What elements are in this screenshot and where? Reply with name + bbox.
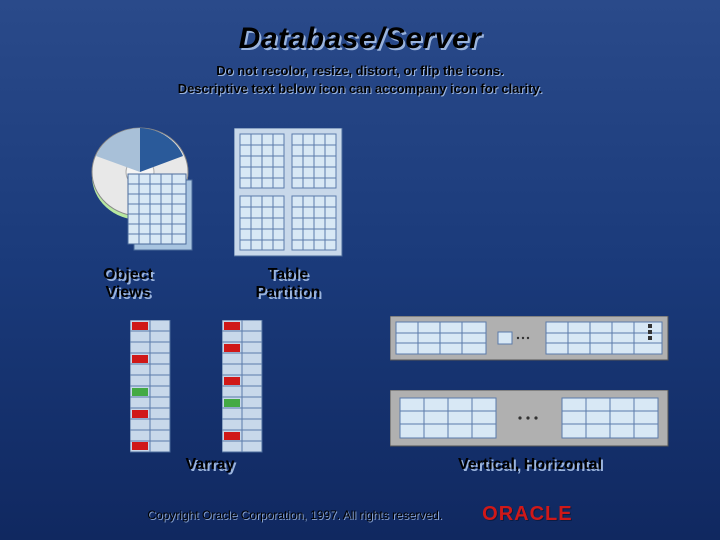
page-subtitle: Do not recolor, resize, distort, or flip… (0, 62, 720, 98)
table-partition-icon (234, 128, 344, 263)
vertical-horizontal-bottom-icon (390, 390, 670, 453)
vertical-horizontal-top-icon (390, 316, 670, 367)
table-partition-label: Table Partition (228, 266, 348, 302)
object-views-icon (88, 126, 208, 261)
object-views-label: Object Views (78, 266, 178, 302)
vertical-horizontal-label: Vertical, Horizontal (400, 456, 660, 474)
oracle-logo: ORACLE (482, 503, 572, 526)
subtitle-line: Descriptive text below icon can accompan… (0, 80, 720, 98)
footer: Copyright Oracle Corporation, 1997. All … (0, 503, 720, 526)
page-title: Database/Server (0, 0, 720, 56)
varray-label: Varray (150, 456, 270, 474)
copyright-text: Copyright Oracle Corporation, 1997. All … (147, 508, 442, 522)
varray-icon (130, 320, 264, 454)
subtitle-line: Do not recolor, resize, distort, or flip… (0, 62, 720, 80)
